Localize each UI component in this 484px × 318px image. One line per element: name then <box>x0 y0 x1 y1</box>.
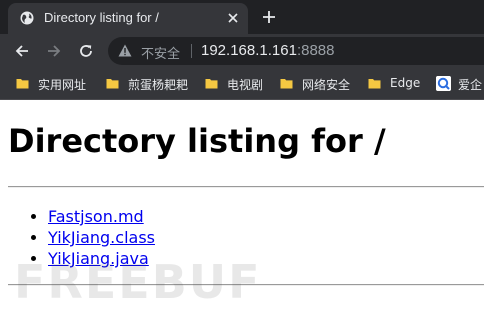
tab-strip: Directory listing for / <box>0 0 484 34</box>
bookmark-label: 电视剧 <box>227 78 264 92</box>
page-title: Directory listing for / <box>8 122 386 160</box>
site-icon <box>436 76 451 91</box>
browser-toolbar: 不安全 192.168.1.161:8888 <box>0 34 484 68</box>
new-tab-icon[interactable] <box>261 9 277 25</box>
page-content: Directory listing for / Fastjson.md YikJ… <box>0 100 484 318</box>
folder-icon <box>16 79 29 89</box>
folder-icon <box>368 79 381 89</box>
bookmark-label: 爱企 <box>458 78 483 92</box>
divider <box>8 186 484 188</box>
list-item: YikJiang.class <box>48 227 155 248</box>
address-bar[interactable]: 不安全 192.168.1.161:8888 <box>108 37 484 65</box>
reload-icon[interactable] <box>78 43 94 59</box>
globe-icon <box>20 11 34 25</box>
tab-title: Directory listing for / <box>44 10 159 25</box>
url-port: :8888 <box>296 42 335 59</box>
file-link[interactable]: Fastjson.md <box>48 207 144 226</box>
forward-arrow-icon[interactable] <box>46 43 62 59</box>
list-item: Fastjson.md <box>48 206 155 227</box>
security-status[interactable]: 不安全 <box>141 43 180 62</box>
close-icon[interactable] <box>226 11 240 25</box>
file-link[interactable]: YikJiang.class <box>48 228 155 247</box>
warning-icon[interactable] <box>118 44 132 57</box>
folder-icon <box>106 79 119 89</box>
browser-tab[interactable]: Directory listing for / <box>8 3 248 34</box>
address-separator <box>191 44 192 58</box>
back-arrow-icon[interactable] <box>14 43 30 59</box>
bookmark-label: 煎蛋杨耙耙 <box>128 78 189 92</box>
watermark: FREEBUF <box>14 255 262 309</box>
folder-icon <box>280 79 293 89</box>
bookmark-label: 实用网址 <box>38 78 87 92</box>
url-text[interactable]: 192.168.1.161:8888 <box>201 42 334 59</box>
bookmarks-bar: 实用网址 煎蛋杨耙耙 电视剧 网络安全 Edge 爱企 <box>0 68 484 100</box>
folder-icon <box>205 79 218 89</box>
url-host: 192.168.1.161 <box>201 42 297 59</box>
bookmark-label: Edge <box>390 76 421 90</box>
bookmark-label: 网络安全 <box>302 78 351 92</box>
